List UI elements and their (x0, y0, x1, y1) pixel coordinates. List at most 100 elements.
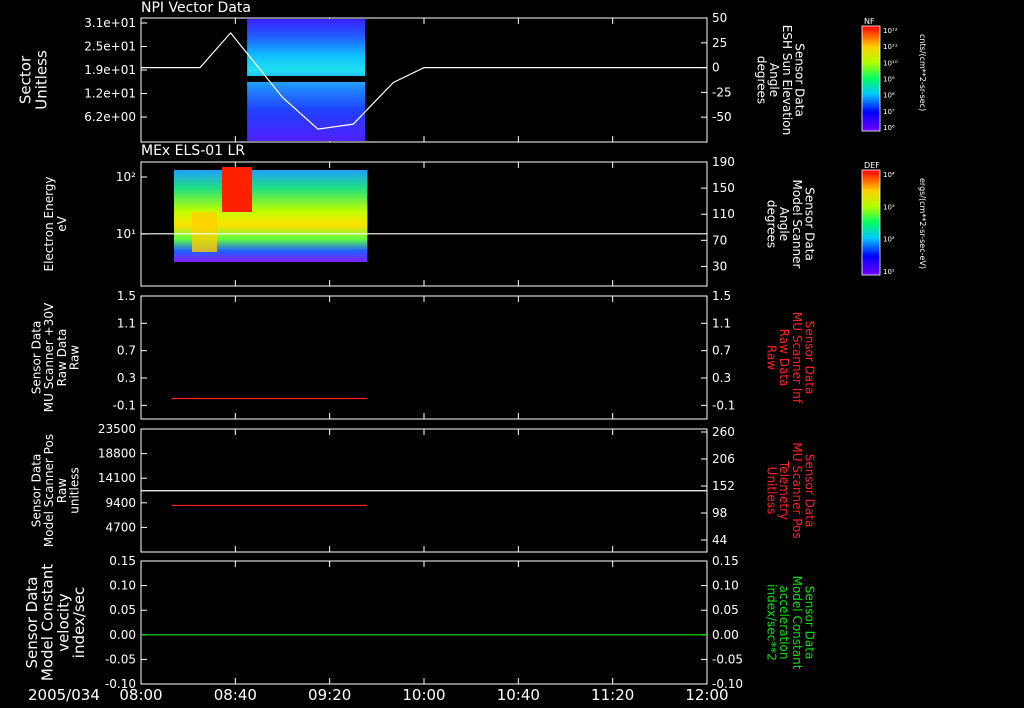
els-ytick-right-label: 30 (712, 259, 727, 273)
vel-ytick-right-label: 0.10 (712, 579, 739, 593)
vel-ytick-label: 0.00 (109, 628, 136, 642)
npi-colorbar-unit: cnts/(cm**2-sr-sec) (918, 34, 927, 111)
npi-ylabel-line: Unitless (32, 50, 50, 110)
npi-ytick-label: 2.5e+01 (84, 40, 136, 54)
vel-ytick-right-label: 0.00 (712, 628, 739, 642)
time-tick-label: 11:20 (591, 686, 634, 704)
raw30-ylabel-right: Sensor DataMU Scanner InfRaw DataRaw (765, 312, 817, 404)
npi-ylabel: SectorUnitless (17, 50, 51, 110)
vel-ytick-label: 0.05 (109, 603, 136, 617)
raw30-ytick-right-label: 1.1 (712, 316, 731, 330)
els-ytick-right-label: 110 (712, 207, 735, 221)
raw30-ytick-label: 0.3 (117, 371, 136, 385)
time-tick-label: 09:20 (308, 686, 351, 704)
npi-ytick-right-label: 0 (712, 61, 720, 75)
npi-colorbar-unit-text: cnts/(cm**2-sr-sec) (918, 34, 927, 111)
pos-ylabel-right-line: Unitless (765, 467, 779, 515)
pos-ylabel-right: Sensor DataMU Scanner PosTelemetryUnitle… (765, 442, 817, 538)
npi-colorbar-label: NF (864, 17, 875, 26)
els-ylabel-right-line: degrees (765, 200, 779, 248)
pos-ylabel: Sensor DataModel Scanner PosRawunitless (30, 434, 82, 547)
npi-colorbar-tick: 10¹² (883, 27, 898, 35)
vel-ytick-label: 0.15 (109, 554, 136, 568)
els-colorbar-unit: ergs/(cm**2-sr-sec-eV) (918, 178, 927, 269)
npi-colorbar-tick: 10⁹ (883, 76, 895, 84)
vel-ytick-right-label: -0.05 (712, 652, 743, 666)
raw30-ytick-right-label: -0.1 (712, 398, 735, 412)
pos-ylabel-line: unitless (67, 467, 81, 513)
raw30-ylabel-line: Raw (67, 345, 81, 370)
pos-ytick-label: 9400 (105, 496, 136, 510)
npi-frame (140, 17, 708, 143)
pos-ytick-label: 18800 (98, 447, 136, 461)
pos-ytick-right-label: 98 (712, 506, 727, 520)
vel-frame (140, 560, 708, 685)
els-ytick-right-label: 70 (712, 233, 727, 247)
npi-ytick-label: 3.1e+01 (84, 16, 136, 30)
time-tick-label: 10:00 (402, 686, 445, 704)
els-colorbar-tick: 10¹ (883, 268, 895, 276)
npi-ytick-label: 1.2e+01 (84, 87, 136, 101)
time-tick-label: 10:40 (497, 686, 540, 704)
date-label: 2005/034 (28, 686, 100, 704)
raw30-ytick-right-label: 0.7 (712, 344, 731, 358)
raw30-ytick-label: 1.1 (117, 316, 136, 330)
els-colorbar-tick: 10³ (883, 203, 895, 211)
vel-ytick-label: -0.05 (105, 652, 136, 666)
vel-ylabel: Sensor DataModel Constantvelocityindex/s… (23, 564, 88, 681)
pos-ytick-right-label: 206 (712, 452, 735, 466)
pos-ytick-label: 4700 (105, 520, 136, 534)
pos-ytick-right-label: 152 (712, 479, 735, 493)
spectrogram-figure: 3.1e+01 2.5e+01 1.9e+01 1.2e+01 6.2e+00 50 25 0… (17, 11, 927, 704)
vel-ytick-right-label: 0.05 (712, 603, 739, 617)
vel-ylabel-line: index/sec (70, 587, 88, 658)
raw30-ytick-right-label: 0.3 (712, 371, 731, 385)
vel-ytick-label: 0.10 (109, 579, 136, 593)
els-colorbar-unit-text: ergs/(cm**2-sr-sec-eV) (918, 178, 927, 269)
els-ytick-right-label: 190 (712, 155, 735, 169)
npi-ylabel-right-line: degrees (755, 56, 769, 104)
els-ylabel-line: eV (55, 215, 69, 231)
els-ytick-label: 10² (116, 170, 136, 184)
npi-colorbar-tick: 10⁶ (883, 124, 895, 132)
vel-ytick-right-label: 0.15 (712, 554, 739, 568)
els-ylabel: Electron EnergyeV (42, 176, 69, 271)
npi-heatmap-gap (247, 76, 366, 82)
npi-colorbar-tick: 10¹⁰ (883, 59, 898, 67)
raw30-ytick-label: 1.5 (117, 289, 136, 303)
npi-ylabel-right: Sensor DataESH Sun ElevationAngledegrees (755, 25, 807, 135)
vel-ylabel-right: Sensor DataModel Constantaccelerationind… (765, 576, 817, 670)
pos-ytick-label: 23500 (98, 422, 136, 436)
raw30-frame (140, 295, 708, 420)
raw30-ytick-label: 0.7 (117, 344, 136, 358)
els-colorbar (861, 169, 881, 276)
npi-ytick-right-label: -50 (712, 110, 732, 124)
npi-colorbar (861, 25, 881, 132)
npi-ytick-label: 1.9e+01 (84, 63, 136, 77)
npi-ytick-right-label: 50 (712, 11, 727, 25)
els-ylabel-right: Sensor DataModel ScannerAngledegrees (765, 180, 817, 269)
raw30-ylabel: Sensor DataMU Scanner +30VRaw DataRaw (30, 302, 82, 412)
els-ytick-label: 10¹ (116, 227, 136, 241)
time-tick-label: 08:00 (119, 686, 162, 704)
raw30-ytick-label: -0.1 (113, 398, 136, 412)
els-heatmap-hotspot (192, 212, 218, 252)
npi-colorbar-tick: 10⁷ (883, 108, 895, 116)
pos-ytick-right-label: 44 (712, 533, 727, 547)
npi-ytick-label: 6.2e+00 (84, 110, 136, 124)
els-colorbar-tick: 10⁴ (883, 171, 895, 179)
npi-colorbar-tick: 10¹¹ (883, 43, 898, 51)
npi-ytick-right-label: 25 (712, 36, 727, 50)
vel-ylabel-right-line: index/sec**2 (765, 584, 779, 661)
time-tick-label: 12:00 (685, 686, 728, 704)
time-tick-label: 08:40 (214, 686, 257, 704)
els-heatmap-hotspot (222, 167, 253, 212)
els-colorbar-label: DEF (864, 161, 880, 170)
els-ytick-right-label: 150 (712, 181, 735, 195)
pos-ytick-label: 14100 (98, 471, 136, 485)
npi-colorbar-tick: 10⁸ (883, 92, 895, 100)
raw30-ytick-right-label: 1.5 (712, 289, 731, 303)
els-colorbar-tick: 10² (883, 236, 895, 244)
npi-ytick-right-label: -25 (712, 85, 732, 99)
pos-ytick-right-label: 260 (712, 425, 735, 439)
